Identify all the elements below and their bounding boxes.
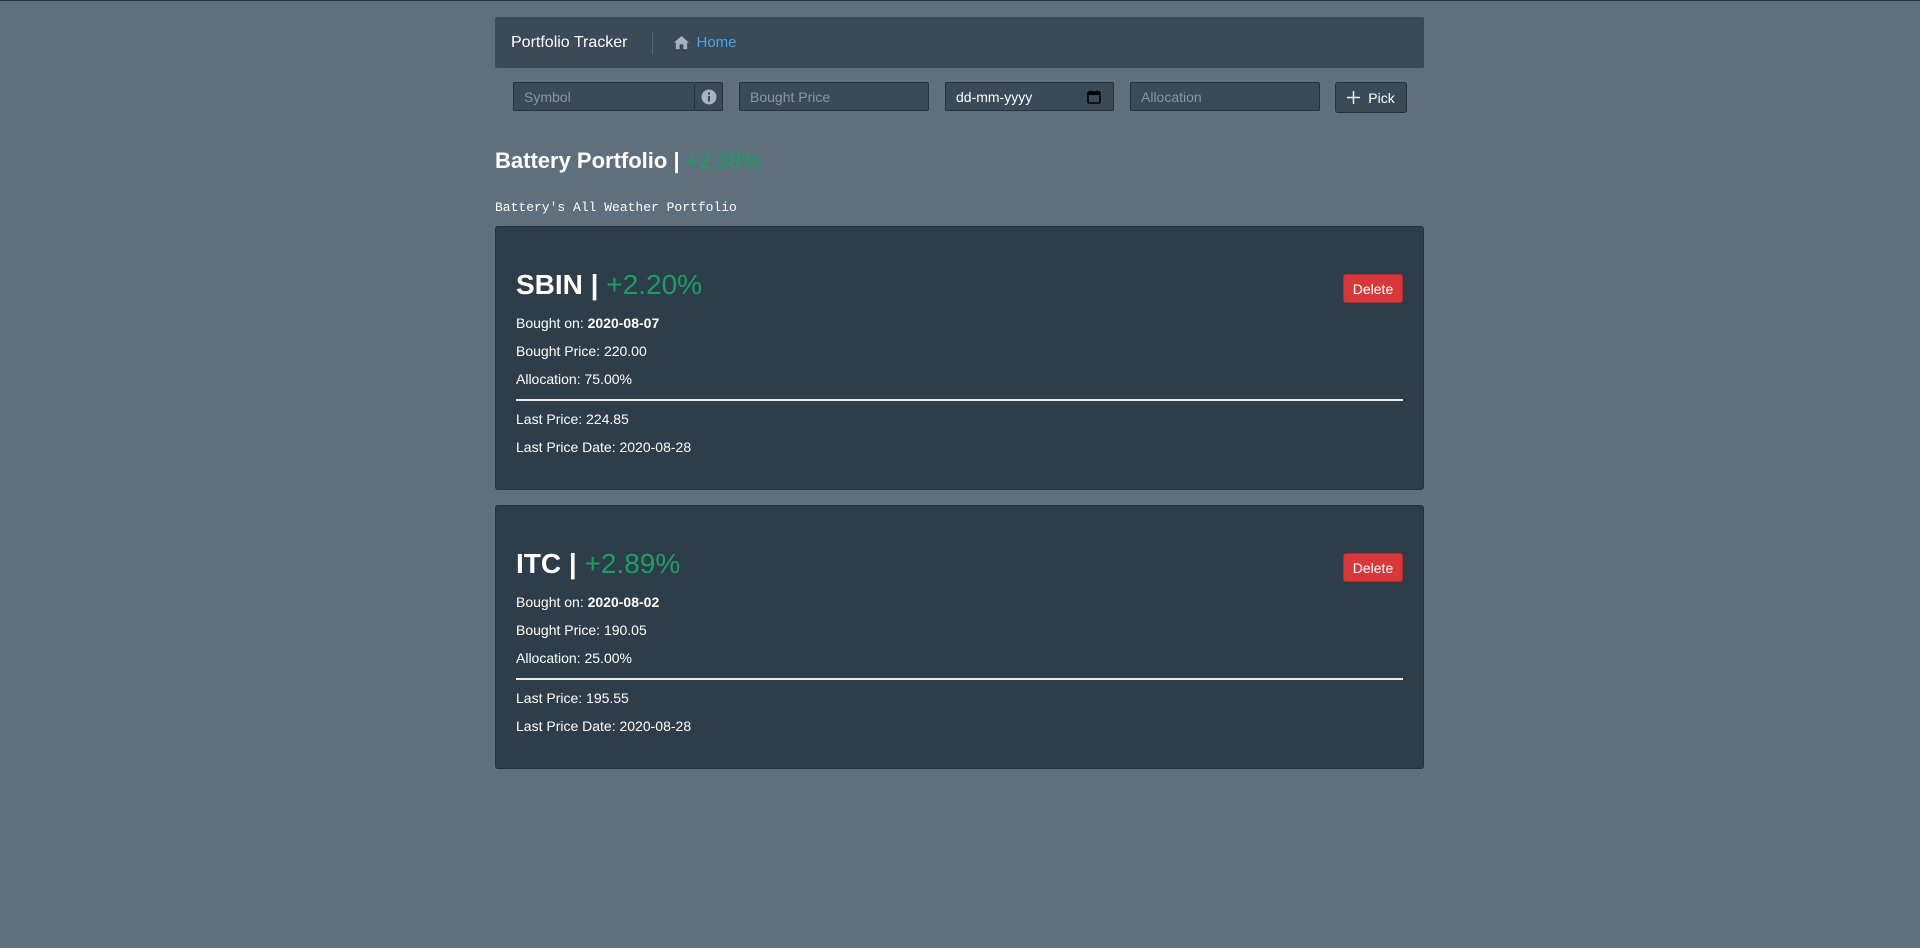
- stock-symbol: ITC |: [516, 548, 577, 579]
- card-divider: [516, 399, 1403, 401]
- stock-card-sbin: SBIN | +2.20% Delete Bought on: 2020-08-…: [495, 226, 1424, 490]
- bought-on-date: 2020-08-07: [587, 315, 660, 331]
- plus-icon: [1347, 91, 1361, 104]
- allocation: Allocation: 75.00%: [516, 371, 632, 387]
- allocation: Allocation: 25.00%: [516, 650, 632, 666]
- page-container: Portfolio Tracker Home dd-mm-yyyy: [495, 17, 1424, 769]
- bought-price: Bought Price: 220.00: [516, 343, 647, 359]
- bought-date-input[interactable]: dd-mm-yyyy: [945, 82, 1114, 111]
- bought-on: Bought on: 2020-08-07: [516, 309, 1403, 337]
- last-price-date: Last Price Date: 2020-08-28: [516, 718, 692, 734]
- home-icon: [674, 35, 690, 50]
- portfolio-title: Battery Portfolio | +2.38%: [495, 148, 1424, 174]
- nav-home-link[interactable]: Home: [673, 34, 737, 51]
- stock-card-itc: ITC | +2.89% Delete Bought on: 2020-08-0…: [495, 505, 1424, 769]
- date-placeholder: dd-mm-yyyy: [956, 88, 1033, 105]
- stock-change: +2.20%: [606, 269, 703, 300]
- stock-symbol: SBIN |: [516, 269, 599, 300]
- info-icon: [701, 89, 716, 104]
- portfolio-description: Battery's All Weather Portfolio: [495, 200, 737, 215]
- pick-button-label: Pick: [1368, 89, 1395, 106]
- bought-on-label: Bought on:: [516, 315, 584, 331]
- delete-button[interactable]: Delete: [1343, 553, 1403, 582]
- pick-button[interactable]: Pick: [1335, 82, 1407, 113]
- bought-price-input[interactable]: [739, 82, 929, 111]
- portfolio-name: Battery Portfolio |: [495, 148, 680, 173]
- last-price: Last Price: 195.55: [516, 690, 629, 706]
- stock-title: SBIN | +2.20%: [516, 268, 1403, 302]
- stock-title: ITC | +2.89%: [516, 547, 1403, 581]
- bought-on-label: Bought on:: [516, 594, 584, 610]
- navbar: Portfolio Tracker Home: [495, 17, 1424, 68]
- brand-title[interactable]: Portfolio Tracker: [511, 31, 654, 54]
- nav-home-label: Home: [696, 34, 737, 51]
- add-pick-form: dd-mm-yyyy Pick: [495, 82, 1424, 122]
- last-price: Last Price: 224.85: [516, 411, 629, 427]
- last-price-date: Last Price Date: 2020-08-28: [516, 439, 692, 455]
- delete-button[interactable]: Delete: [1343, 274, 1403, 303]
- calendar-icon[interactable]: [1087, 90, 1101, 104]
- portfolio-change: +2.38%: [685, 148, 761, 173]
- bought-price: Bought Price: 190.05: [516, 622, 647, 638]
- symbol-info-button[interactable]: [695, 82, 723, 111]
- symbol-input[interactable]: [513, 82, 695, 111]
- bought-on: Bought on: 2020-08-02: [516, 588, 1403, 616]
- card-divider: [516, 678, 1403, 680]
- bought-on-date: 2020-08-02: [587, 594, 660, 610]
- allocation-input[interactable]: [1130, 82, 1320, 111]
- stock-change: +2.89%: [584, 548, 681, 579]
